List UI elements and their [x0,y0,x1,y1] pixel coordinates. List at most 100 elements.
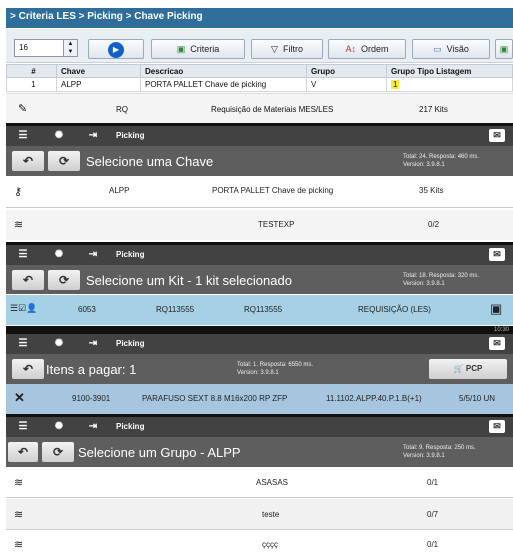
info-total: Total: 9. Resposta: 250 ms. [403,445,476,451]
list-item[interactable]: ⚷ ALPP PORTA PALLET Chave de picking 35 … [6,176,513,208]
item-description: PARAFUSO SEXT 8.8 M16x200 RP ZFP [142,394,288,403]
clock: 10:30 [493,327,509,333]
menu-icon[interactable]: ☰ [16,420,30,434]
cell-grupo-tipo: 1 [386,77,513,92]
logout-icon[interactable]: ⇥ [86,129,100,143]
cart-icon: 🛒 [453,364,464,373]
col-grupo[interactable]: Grupo [306,64,387,78]
screen-header: ↶ ⟳ Selecione uma Chave Total: 24. Respo… [6,146,513,176]
criteria-button[interactable]: ▣ Criteria [151,39,245,59]
group-name: çççç [262,540,278,549]
sort-icon: A↕ [345,44,356,54]
page-size-value: 16 [19,43,28,52]
run-button[interactable]: ▶ [88,39,144,59]
selected-list-item[interactable]: ☰☑👤 6053 RQ113555 RQ113555 REQUISIÇÃO (L… [6,295,513,325]
list-item[interactable]: ≋ ASASAS 0/1 [6,467,513,498]
col-grupo-tipo[interactable]: Grupo Tipo Listagem [386,64,513,78]
refresh-button[interactable]: ⟳ [42,442,74,462]
box-icon: ▣ [490,301,503,316]
response-info: Total: 1. Resposta: 6550 ms. Version: 3.… [237,361,337,377]
rq-kits: 217 Kits [419,105,448,114]
menu-icon[interactable]: ☰ [16,248,30,262]
list-item[interactable]: ≋ TESTEXP 0/2 [6,210,513,240]
col-descricao[interactable]: Descricao [140,64,307,78]
mail-icon[interactable]: ✉ [489,337,505,350]
menu-icon[interactable]: ☰ [16,129,30,143]
screen-header: ↶ ⟳ Selecione um Grupo - ALPP Total: 9. … [6,437,513,467]
key-code: ALPP [109,186,130,195]
item-count: 0/2 [428,220,440,229]
kit-type: REQUISIÇÃO (LES) [358,305,431,314]
col-index[interactable]: # [6,64,57,78]
layers-icon: ≋ [14,219,24,231]
kit-rq1: RQ113555 [156,305,195,314]
toolbar: 16 ▲ ▼ ▶ ▣ Criteria ▽ Filtro A↕ Ordem ▭ Visão… [6,29,513,63]
refresh-button[interactable]: ⟳ [48,270,80,290]
screen-title: Selecione uma Chave [86,154,214,169]
menu-icon[interactable]: ☰ [16,337,30,351]
view-label: Visão [446,44,469,54]
document-icon: ✎ [18,103,28,115]
mail-icon[interactable]: ✉ [489,420,505,433]
refresh-icon: ⟳ [58,273,70,287]
screen-title: Selecione um Grupo - ALPP [78,445,241,460]
more-button[interactable]: ▣ [495,39,513,59]
order-button[interactable]: A↕ Ordem [328,39,406,59]
app-bar: ☰ ✺ ⇥ Picking ✉ [6,245,513,265]
response-info: Total: 24. Resposta: 460 ms. Version: 3.… [403,153,503,169]
view-button[interactable]: ▭ Visão [412,39,490,59]
back-icon: ↶ [22,273,34,287]
logout-icon[interactable]: ⇥ [86,337,100,351]
list-item[interactable]: ✕ 9100-3901 PARAFUSO SEXT 8.8 M16x200 RP… [6,384,513,414]
pcp-button[interactable]: 🛒 PCP [429,359,507,379]
list-item[interactable]: ≋ çççç 0/1 [6,531,513,558]
back-button[interactable]: ↶ [8,442,38,462]
group-name: ASASAS [256,478,289,487]
filter-button[interactable]: ▽ Filtro [251,39,323,59]
app-bar: ☰ ✺ ⇥ Picking ✉ [6,417,513,437]
key-kits: 35 Kits [419,186,444,195]
mail-icon[interactable]: ✉ [489,129,505,142]
refresh-icon: ⟳ [58,154,70,168]
info-total: Total: 1. Resposta: 6550 ms. [237,362,314,368]
screen-header: ↶ ⟳ Selecione um Kit - 1 kit selecionado… [6,265,513,294]
criteria-icon: ▣ [176,44,186,54]
refresh-button[interactable]: ⟳ [48,151,80,171]
gear-icon[interactable]: ✺ [52,337,66,351]
logout-icon[interactable]: ⇥ [86,248,100,262]
gear-icon[interactable]: ✺ [52,129,66,143]
list-item[interactable]: ≋ teste 0/7 [6,499,513,530]
list-item[interactable]: ✎ RQ Requisição de Materiais MES/LES 217… [6,93,513,124]
gear-icon[interactable]: ✺ [52,248,66,262]
close-icon[interactable]: ✕ [14,390,25,406]
table-row[interactable]: 1 ALPP PORTA PALLET Chave de picking V 1 [6,77,513,92]
cell-chave: ALPP [56,77,141,92]
col-chave[interactable]: Chave [56,64,141,78]
mail-icon[interactable]: ✉ [489,248,505,261]
app-title: Picking [116,339,145,348]
back-button[interactable]: ↶ [12,359,44,379]
app-title: Picking [116,422,145,431]
status-bar: 10:30 [6,326,513,334]
app-bar: ☰ ✺ ⇥ Picking ✉ [6,126,513,146]
breadcrumb: > Criteria LES > Picking > Chave Picking [6,8,513,28]
group-count: 0/7 [427,510,439,519]
stepper-arrows-icon[interactable]: ▲ ▼ [63,40,77,56]
view-icon: ▭ [433,44,442,54]
app-title: Picking [116,131,145,140]
back-button[interactable]: ↶ [12,151,44,171]
page-size-stepper[interactable]: 16 ▲ ▼ [14,39,78,57]
layers-icon: ≋ [14,477,24,489]
gear-icon[interactable]: ✺ [52,420,66,434]
cell-grupo: V [306,77,387,92]
logout-icon[interactable]: ⇥ [86,420,100,434]
back-icon: ↶ [22,362,34,376]
back-button[interactable]: ↶ [12,270,44,290]
key-icon: ⚷ [14,186,23,198]
info-total: Total: 18. Resposta: 320 ms. [403,273,480,279]
info-total: Total: 24. Resposta: 460 ms. [403,154,480,160]
app-title: Picking [116,250,145,259]
layers-icon: ≋ [14,509,24,521]
checklist-user-icon: ☰☑👤 [10,303,38,313]
rq-description: Requisição de Materiais MES/LES [211,105,334,114]
